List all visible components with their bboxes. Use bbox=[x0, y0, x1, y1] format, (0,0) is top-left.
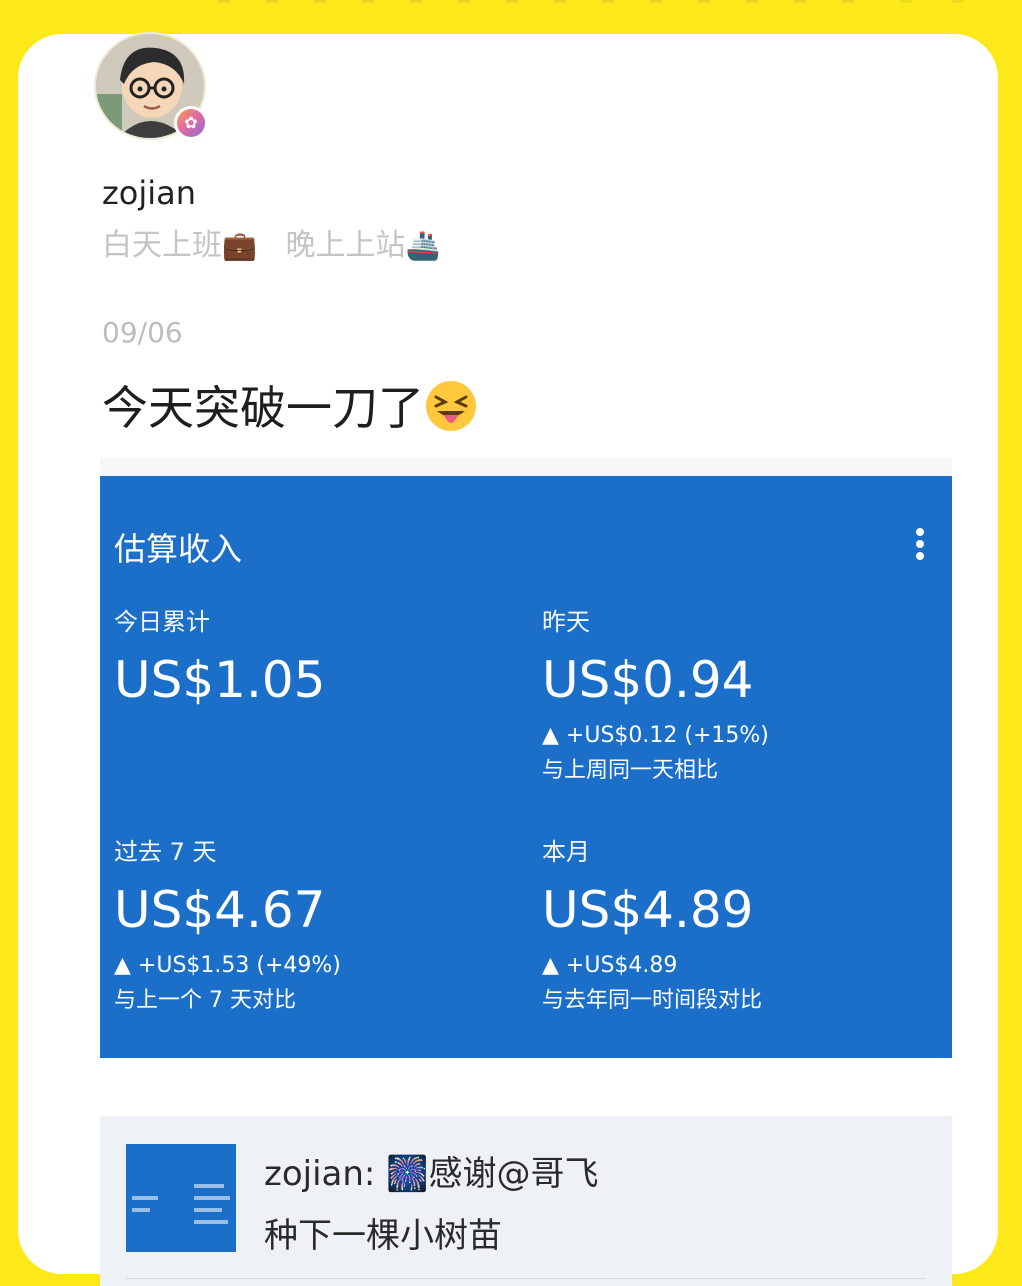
comment-author: zojian: bbox=[264, 1154, 387, 1194]
today-label: 今日累计 bbox=[114, 608, 210, 636]
yesterday-compare: 与上周同一天相比 bbox=[542, 758, 719, 783]
earnings-card[interactable]: 估算收入 今日累计 US$1.05 昨天 US$0.94 ▲ +US$0.12 … bbox=[100, 476, 952, 1058]
comment-preview[interactable]: zojian: 🎆感谢@哥飞 种下一棵小树苗 bbox=[100, 1116, 952, 1286]
month-compare: 与去年同一时间段对比 bbox=[542, 988, 763, 1013]
briefcase-icon: 💼 bbox=[222, 229, 257, 262]
comment-line1: zojian: 🎆感谢@哥飞 bbox=[264, 1146, 599, 1195]
top-decoration bbox=[0, 0, 1022, 14]
squinting-tongue-emoji-icon bbox=[424, 379, 478, 444]
last7-delta: ▲ +US$1.53 (+49%) bbox=[114, 953, 341, 978]
more-menu-icon[interactable] bbox=[916, 528, 926, 562]
divider bbox=[126, 1278, 926, 1279]
yesterday-earnings: 昨天 US$0.94 ▲ +US$0.12 (+15%) 与上周同一天相比 bbox=[542, 602, 769, 784]
bio-text-day: 白天上班 bbox=[102, 228, 222, 263]
post-text-body: 今天突破一刀了 bbox=[102, 381, 424, 435]
post-card: ✿ zojian 白天上班💼 晚上上站🚢 09/06 今天突破一刀了 估算收入 … bbox=[18, 34, 998, 1286]
earnings-title: 估算收入 bbox=[114, 530, 243, 568]
user-bio: 白天上班💼 晚上上站🚢 bbox=[102, 220, 440, 264]
yesterday-value: US$0.94 bbox=[542, 651, 754, 709]
verified-badge-icon: ✿ bbox=[174, 106, 208, 140]
this-month-earnings: 本月 US$4.89 ▲ +US$4.89 与去年同一时间段对比 bbox=[542, 832, 762, 1014]
post-date: 09/06 bbox=[102, 316, 183, 349]
post-text: 今天突破一刀了 bbox=[102, 372, 478, 444]
username[interactable]: zojian bbox=[102, 174, 196, 212]
last7-compare: 与上一个 7 天对比 bbox=[114, 988, 296, 1013]
last7-value: US$4.67 bbox=[114, 881, 326, 939]
month-label: 本月 bbox=[542, 838, 590, 866]
yesterday-label: 昨天 bbox=[542, 608, 590, 636]
ship-icon: 🚢 bbox=[405, 229, 441, 262]
fireworks-icon: 🎆 bbox=[386, 1154, 429, 1194]
today-earnings: 今日累计 US$1.05 bbox=[114, 602, 325, 709]
last-7-days-earnings: 过去 7 天 US$4.67 ▲ +US$1.53 (+49%) 与上一个 7 … bbox=[114, 832, 341, 1014]
month-delta: ▲ +US$4.89 bbox=[542, 953, 678, 978]
month-value: US$4.89 bbox=[542, 881, 754, 939]
comment-thumbnail[interactable] bbox=[126, 1144, 236, 1252]
yesterday-delta: ▲ +US$0.12 (+15%) bbox=[542, 723, 769, 748]
bio-text-night: 晚上上站 bbox=[285, 228, 406, 263]
last7-label: 过去 7 天 bbox=[114, 838, 217, 866]
comment-thanks-text: 感谢@哥飞 bbox=[428, 1154, 599, 1194]
today-value: US$1.05 bbox=[114, 651, 326, 709]
